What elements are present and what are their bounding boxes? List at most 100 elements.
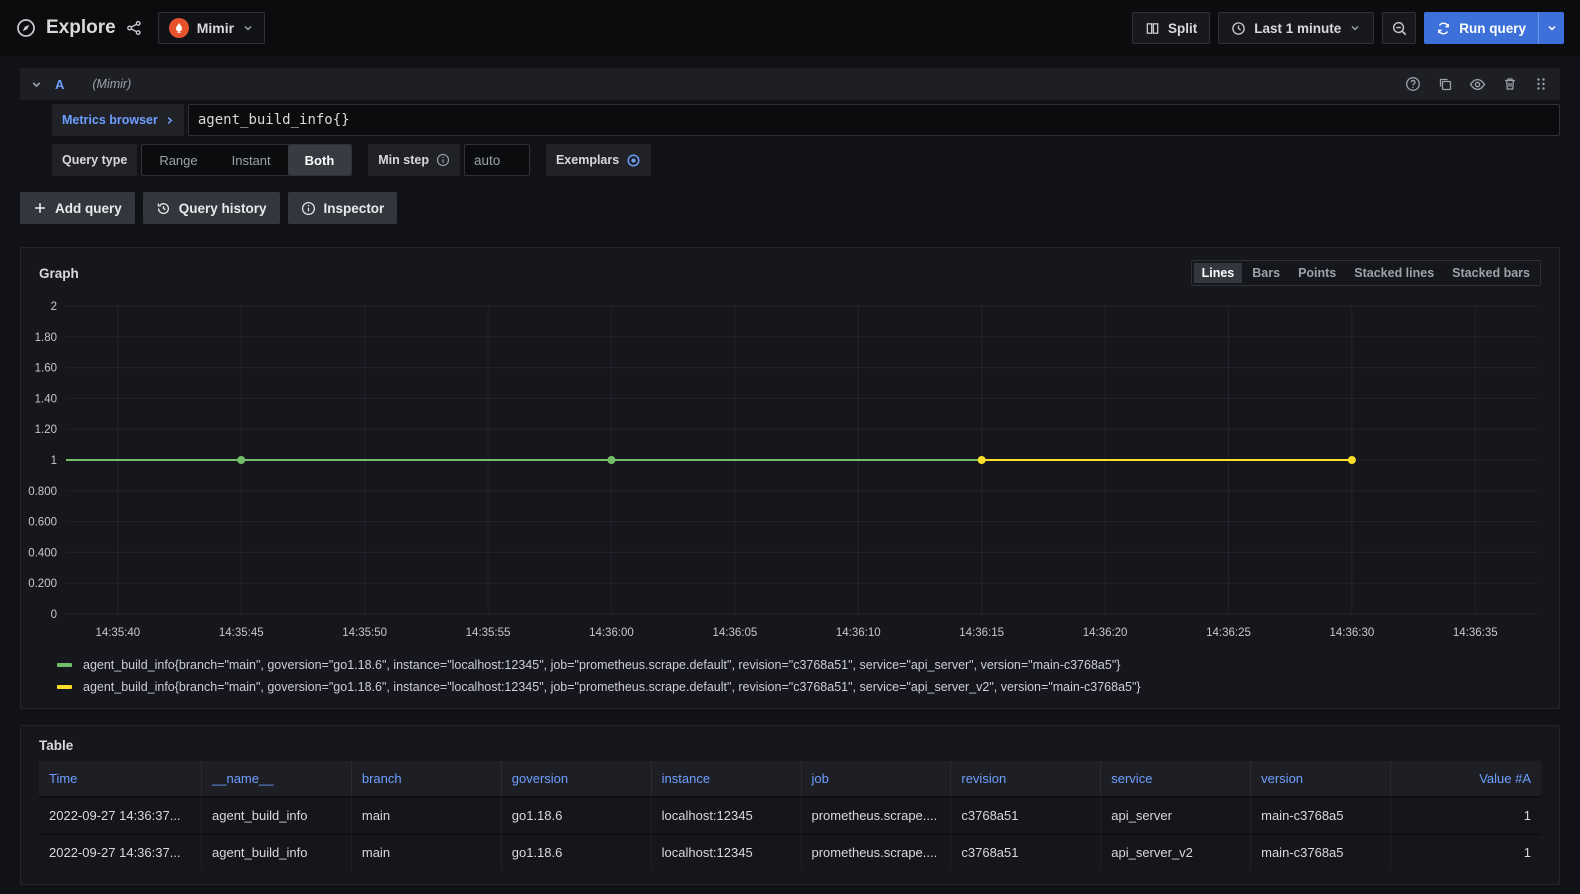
svg-text:14:36:15: 14:36:15 — [959, 627, 1004, 639]
svg-text:0.800: 0.800 — [28, 486, 57, 498]
run-query-button[interactable]: Run query — [1424, 12, 1564, 44]
info-circle-icon — [436, 153, 450, 167]
cell-value: 1 — [1391, 796, 1541, 833]
explore-toolbar: Explore Mimir Split Last 1 minute — [0, 0, 1580, 56]
svg-text:1: 1 — [51, 455, 57, 467]
cell-instance: localhost:12345 — [652, 796, 802, 833]
query-type-both[interactable]: Both — [288, 145, 352, 175]
cell-service: api_server — [1101, 796, 1251, 833]
copy-query-icon[interactable] — [1437, 76, 1453, 92]
cell-value: 1 — [1391, 833, 1541, 870]
history-icon — [156, 201, 171, 216]
inspector-label: Inspector — [324, 201, 385, 216]
query-expression-text: agent_build_info{} — [198, 112, 350, 128]
cell-goversion: go1.18.6 — [502, 833, 652, 870]
query-datasource-hint: (Mimir) — [92, 77, 131, 91]
cell-revision: c3768a51 — [951, 796, 1101, 833]
svg-text:14:36:25: 14:36:25 — [1206, 627, 1251, 639]
table-row: 2022-09-27 14:36:37... agent_build_info … — [39, 796, 1541, 833]
query-row-header: A (Mimir) — [20, 68, 1560, 100]
exemplars-label: Exemplars — [556, 153, 619, 167]
run-query-label: Run query — [1459, 21, 1526, 36]
explore-actions: Add query Query history Inspector — [20, 192, 1580, 224]
legend-label: agent_build_info{branch="main", goversio… — [83, 680, 1141, 694]
col-job[interactable]: job — [802, 761, 952, 796]
col-service[interactable]: service — [1101, 761, 1251, 796]
exemplars-toggle[interactable]: Exemplars — [546, 144, 651, 176]
inspector-button[interactable]: Inspector — [288, 192, 398, 224]
cell-instance: localhost:12345 — [652, 833, 802, 870]
query-history-button[interactable]: Query history — [143, 192, 280, 224]
col-time[interactable]: Time — [39, 761, 202, 796]
graph-canvas[interactable]: 14:35:4014:35:4514:35:5014:35:5514:36:00… — [21, 288, 1557, 654]
run-query-dropdown[interactable] — [1538, 12, 1564, 44]
zoom-out-button[interactable] — [1382, 12, 1416, 44]
cell-time: 2022-09-27 14:36:37... — [39, 833, 202, 870]
split-icon — [1145, 21, 1160, 36]
query-ref-id[interactable]: A — [55, 77, 64, 92]
svg-text:0.400: 0.400 — [28, 547, 57, 559]
mode-lines[interactable]: Lines — [1194, 263, 1243, 283]
table-panel-title: Table — [39, 738, 73, 753]
delete-query-trash-icon[interactable] — [1502, 76, 1518, 92]
svg-text:0.200: 0.200 — [28, 578, 57, 590]
split-button[interactable]: Split — [1132, 12, 1210, 44]
mode-points[interactable]: Points — [1290, 263, 1344, 283]
cell-branch: main — [352, 796, 502, 833]
col-branch[interactable]: branch — [352, 761, 502, 796]
metrics-browser-button[interactable]: Metrics browser — [52, 104, 184, 136]
table-panel: Table Time __name__ branch goversion ins… — [20, 725, 1560, 885]
col-version[interactable]: version — [1251, 761, 1391, 796]
time-range-label: Last 1 minute — [1254, 21, 1341, 36]
cell-branch: main — [352, 833, 502, 870]
col-instance[interactable]: instance — [652, 761, 802, 796]
query-editor-row: A (Mimir) Metrics browser — [20, 68, 1560, 176]
exemplars-bullseye-icon[interactable] — [626, 153, 641, 168]
svg-text:1.40: 1.40 — [35, 393, 57, 405]
query-expression-input[interactable]: agent_build_info{} — [188, 104, 1560, 136]
legend-item[interactable]: agent_build_info{branch="main", goversio… — [57, 676, 1559, 698]
cell-version: main-c3768a5 — [1251, 833, 1391, 870]
svg-text:14:36:10: 14:36:10 — [836, 627, 881, 639]
add-query-button[interactable]: Add query — [20, 192, 135, 224]
compass-icon — [16, 18, 36, 38]
col-value-a[interactable]: Value #A — [1391, 761, 1541, 796]
cell-time: 2022-09-27 14:36:37... — [39, 796, 202, 833]
svg-text:1.20: 1.20 — [35, 424, 57, 436]
datasource-name: Mimir — [197, 20, 234, 36]
legend-swatch-green — [57, 663, 72, 667]
svg-text:14:36:05: 14:36:05 — [712, 627, 757, 639]
svg-text:2: 2 — [51, 301, 57, 313]
legend-item[interactable]: agent_build_info{branch="main", goversio… — [57, 654, 1559, 676]
datasource-picker[interactable]: Mimir — [158, 12, 265, 44]
drag-handle-icon[interactable] — [1534, 76, 1548, 92]
hide-query-eye-icon[interactable] — [1469, 76, 1486, 93]
query-type-range[interactable]: Range — [142, 145, 214, 175]
svg-text:14:35:45: 14:35:45 — [219, 627, 264, 639]
query-type-instant[interactable]: Instant — [215, 145, 288, 175]
time-range-picker[interactable]: Last 1 minute — [1218, 12, 1374, 44]
share-icon[interactable] — [126, 20, 142, 36]
query-type-label: Query type — [52, 144, 137, 176]
min-step-input[interactable]: auto — [464, 144, 530, 176]
col-name[interactable]: __name__ — [202, 761, 352, 796]
zoom-out-icon — [1391, 20, 1408, 37]
info-circle-icon — [301, 201, 316, 216]
page-title: Explore — [46, 17, 116, 39]
collapse-chevron-icon[interactable] — [30, 78, 43, 91]
help-icon[interactable] — [1405, 76, 1421, 92]
min-step-label: Min step — [368, 144, 460, 176]
mode-stacked-lines[interactable]: Stacked lines — [1346, 263, 1442, 283]
col-revision[interactable]: revision — [951, 761, 1101, 796]
mode-stacked-bars[interactable]: Stacked bars — [1444, 263, 1538, 283]
clock-icon — [1231, 21, 1246, 36]
cell-revision: c3768a51 — [951, 833, 1101, 870]
metrics-browser-label: Metrics browser — [62, 113, 158, 127]
chevron-down-icon — [242, 22, 254, 34]
col-goversion[interactable]: goversion — [502, 761, 652, 796]
refresh-icon — [1436, 21, 1451, 36]
svg-text:14:35:50: 14:35:50 — [342, 627, 387, 639]
mode-bars[interactable]: Bars — [1244, 263, 1288, 283]
graph-panel: Graph Lines Bars Points Stacked lines St… — [20, 247, 1560, 709]
chevron-down-icon — [1349, 22, 1361, 34]
